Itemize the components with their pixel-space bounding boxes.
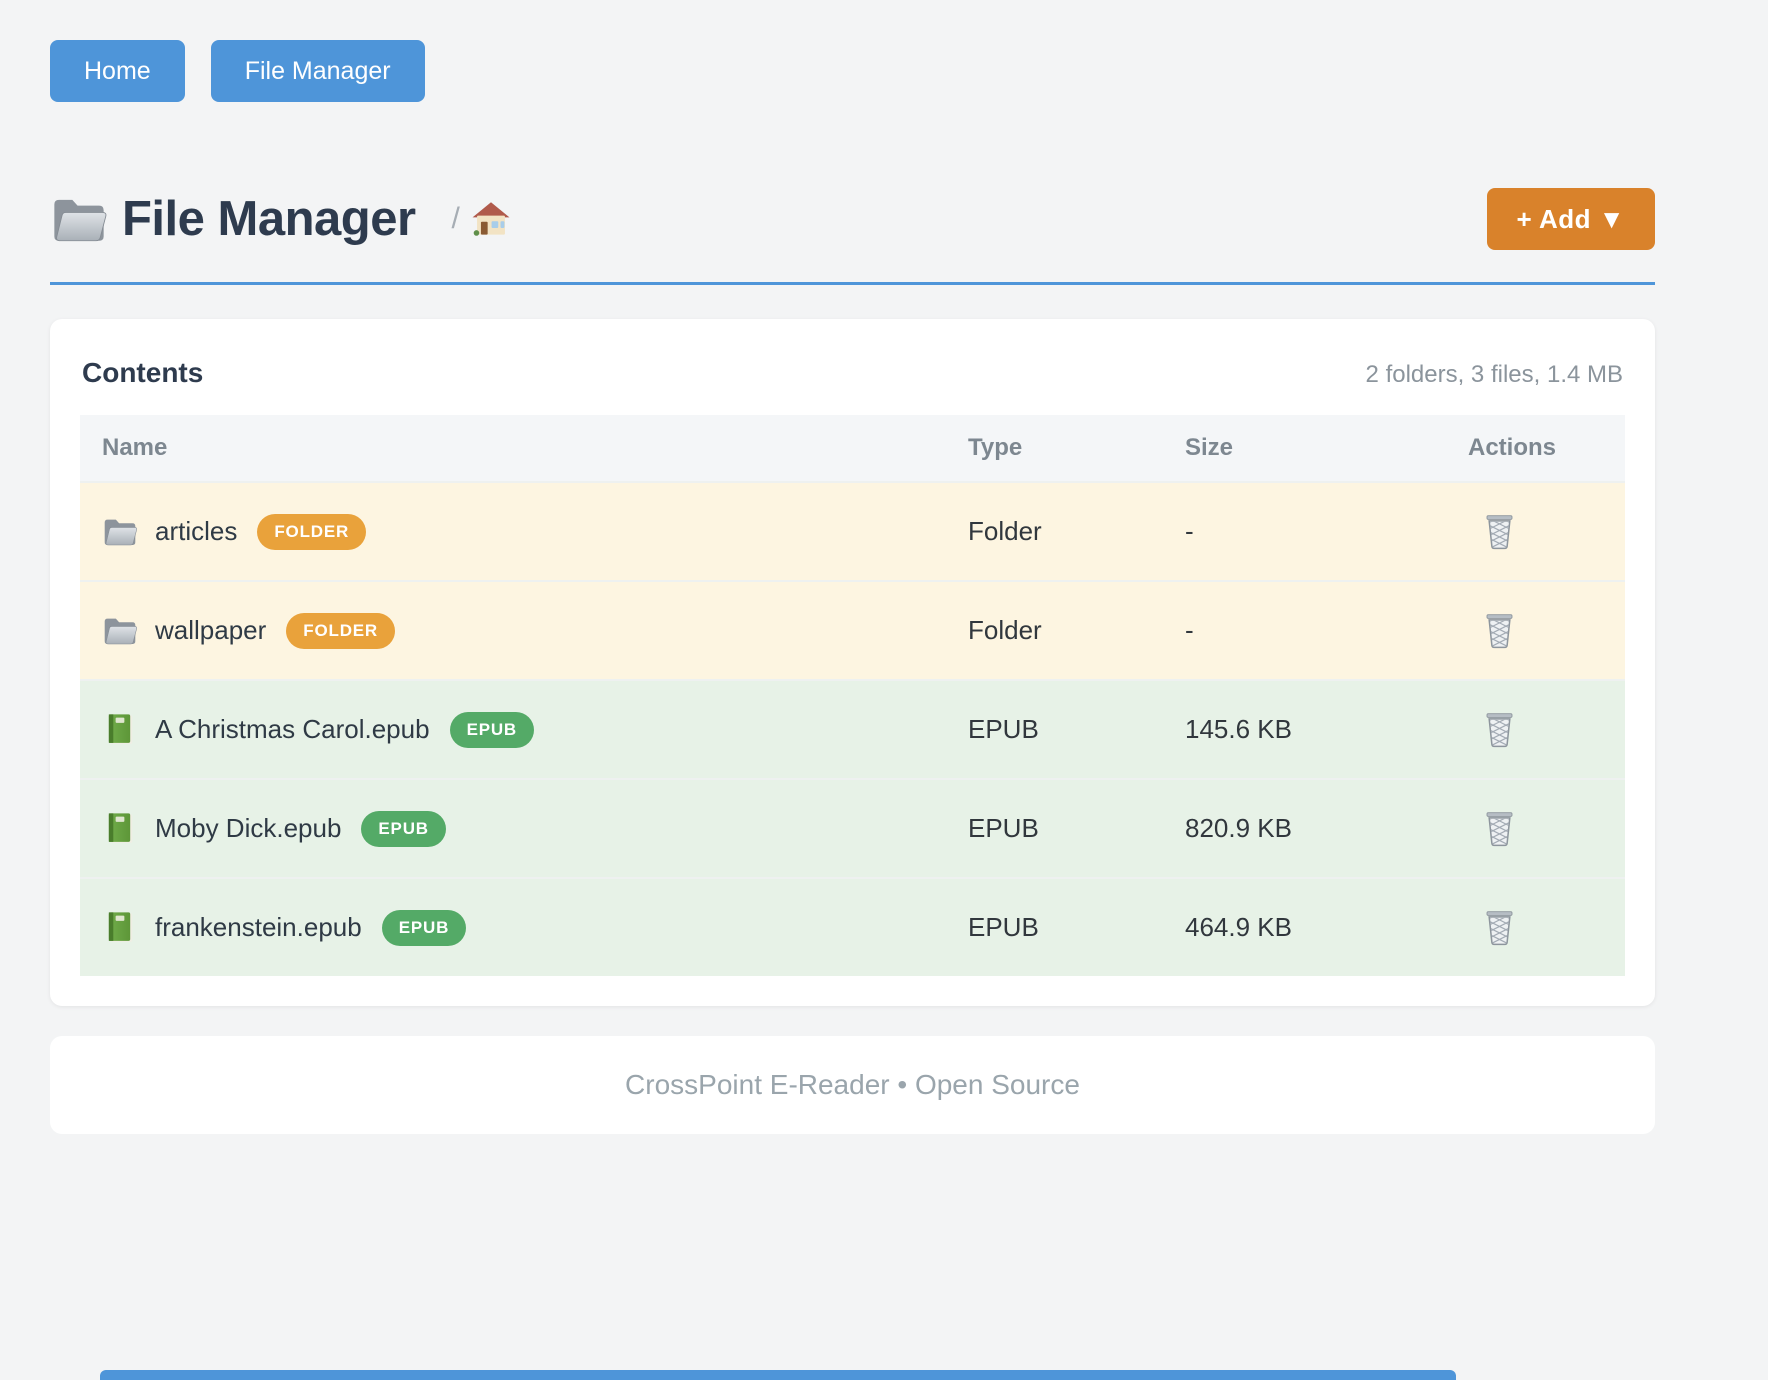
delete-button[interactable] — [1482, 810, 1517, 847]
actions-cell — [1468, 513, 1625, 550]
breadcrumb-separator: / — [452, 202, 460, 236]
file-size: 145.6 KB — [1185, 714, 1468, 745]
folder-icon — [102, 515, 138, 548]
file-manager-page: Home File Manager File Manager / + Add ▼… — [0, 0, 1768, 1380]
nav-home-button[interactable]: Home — [50, 40, 185, 102]
file-name-cell[interactable]: frankenstein.epub EPUB — [80, 910, 968, 946]
file-type: EPUB — [968, 912, 1185, 943]
actions-cell — [1468, 810, 1625, 847]
book-icon — [102, 812, 138, 845]
column-header-type: Type — [968, 434, 1185, 462]
table-row[interactable]: frankenstein.epub EPUB EPUB 464.9 KB — [80, 877, 1625, 976]
actions-cell — [1468, 909, 1625, 946]
trash-icon — [1482, 711, 1517, 748]
table-body: articles FOLDER Folder - wallpaper FOLDE… — [80, 481, 1625, 976]
footer: CrossPoint E-Reader • Open Source — [50, 1036, 1655, 1134]
top-navigation: Home File Manager — [50, 40, 1655, 102]
file-type-badge: EPUB — [361, 811, 445, 847]
book-icon — [102, 911, 138, 944]
delete-button[interactable] — [1482, 513, 1517, 550]
folder-icon — [102, 614, 138, 647]
file-name: wallpaper — [155, 615, 266, 646]
partial-bottom-element — [100, 1370, 1456, 1380]
file-size: - — [1185, 516, 1468, 547]
page-title: File Manager — [122, 191, 416, 247]
table-row[interactable]: articles FOLDER Folder - — [80, 481, 1625, 580]
file-size: 820.9 KB — [1185, 813, 1468, 844]
title-group: File Manager / — [50, 191, 510, 247]
file-name: A Christmas Carol.epub — [155, 714, 430, 745]
contents-title: Contents — [82, 357, 203, 389]
contents-card: Contents 2 folders, 3 files, 1.4 MB Name… — [50, 319, 1655, 1006]
delete-button[interactable] — [1482, 711, 1517, 748]
table-row[interactable]: A Christmas Carol.epub EPUB EPUB 145.6 K… — [80, 679, 1625, 778]
home-breadcrumb-icon[interactable] — [472, 200, 510, 238]
trash-icon — [1482, 810, 1517, 847]
delete-button[interactable] — [1482, 612, 1517, 649]
nav-file-manager-button[interactable]: File Manager — [211, 40, 425, 102]
actions-cell — [1468, 711, 1625, 748]
table-header-row: Name Type Size Actions — [80, 415, 1625, 481]
file-size: - — [1185, 615, 1468, 646]
file-type-badge: EPUB — [382, 910, 466, 946]
contents-summary: 2 folders, 3 files, 1.4 MB — [1366, 361, 1623, 389]
file-name: Moby Dick.epub — [155, 813, 341, 844]
column-header-name: Name — [80, 434, 968, 462]
trash-icon — [1482, 513, 1517, 550]
footer-text: CrossPoint E-Reader • Open Source — [625, 1069, 1080, 1101]
column-header-actions: Actions — [1468, 434, 1625, 462]
file-type-badge: FOLDER — [257, 514, 366, 550]
header-divider — [50, 282, 1655, 285]
file-type-badge: FOLDER — [286, 613, 395, 649]
page-header: File Manager / + Add ▼ — [50, 188, 1655, 250]
file-type: Folder — [968, 516, 1185, 547]
add-button[interactable]: + Add ▼ — [1487, 188, 1655, 250]
file-name-cell[interactable]: Moby Dick.epub EPUB — [80, 811, 968, 847]
file-name-cell[interactable]: articles FOLDER — [80, 514, 968, 550]
file-table: Name Type Size Actions articles FOLDER F… — [80, 415, 1625, 976]
table-row[interactable]: Moby Dick.epub EPUB EPUB 820.9 KB — [80, 778, 1625, 877]
file-type-badge: EPUB — [450, 712, 534, 748]
contents-card-header: Contents 2 folders, 3 files, 1.4 MB — [80, 349, 1625, 415]
book-icon — [102, 713, 138, 746]
file-name-cell[interactable]: wallpaper FOLDER — [80, 613, 968, 649]
table-row[interactable]: wallpaper FOLDER Folder - — [80, 580, 1625, 679]
column-header-size: Size — [1185, 434, 1468, 462]
delete-button[interactable] — [1482, 909, 1517, 946]
file-type: EPUB — [968, 714, 1185, 745]
file-name: frankenstein.epub — [155, 912, 362, 943]
actions-cell — [1468, 612, 1625, 649]
folder-icon — [50, 194, 108, 244]
file-type: EPUB — [968, 813, 1185, 844]
file-type: Folder — [968, 615, 1185, 646]
trash-icon — [1482, 612, 1517, 649]
file-name: articles — [155, 516, 237, 547]
file-size: 464.9 KB — [1185, 912, 1468, 943]
trash-icon — [1482, 909, 1517, 946]
file-name-cell[interactable]: A Christmas Carol.epub EPUB — [80, 712, 968, 748]
